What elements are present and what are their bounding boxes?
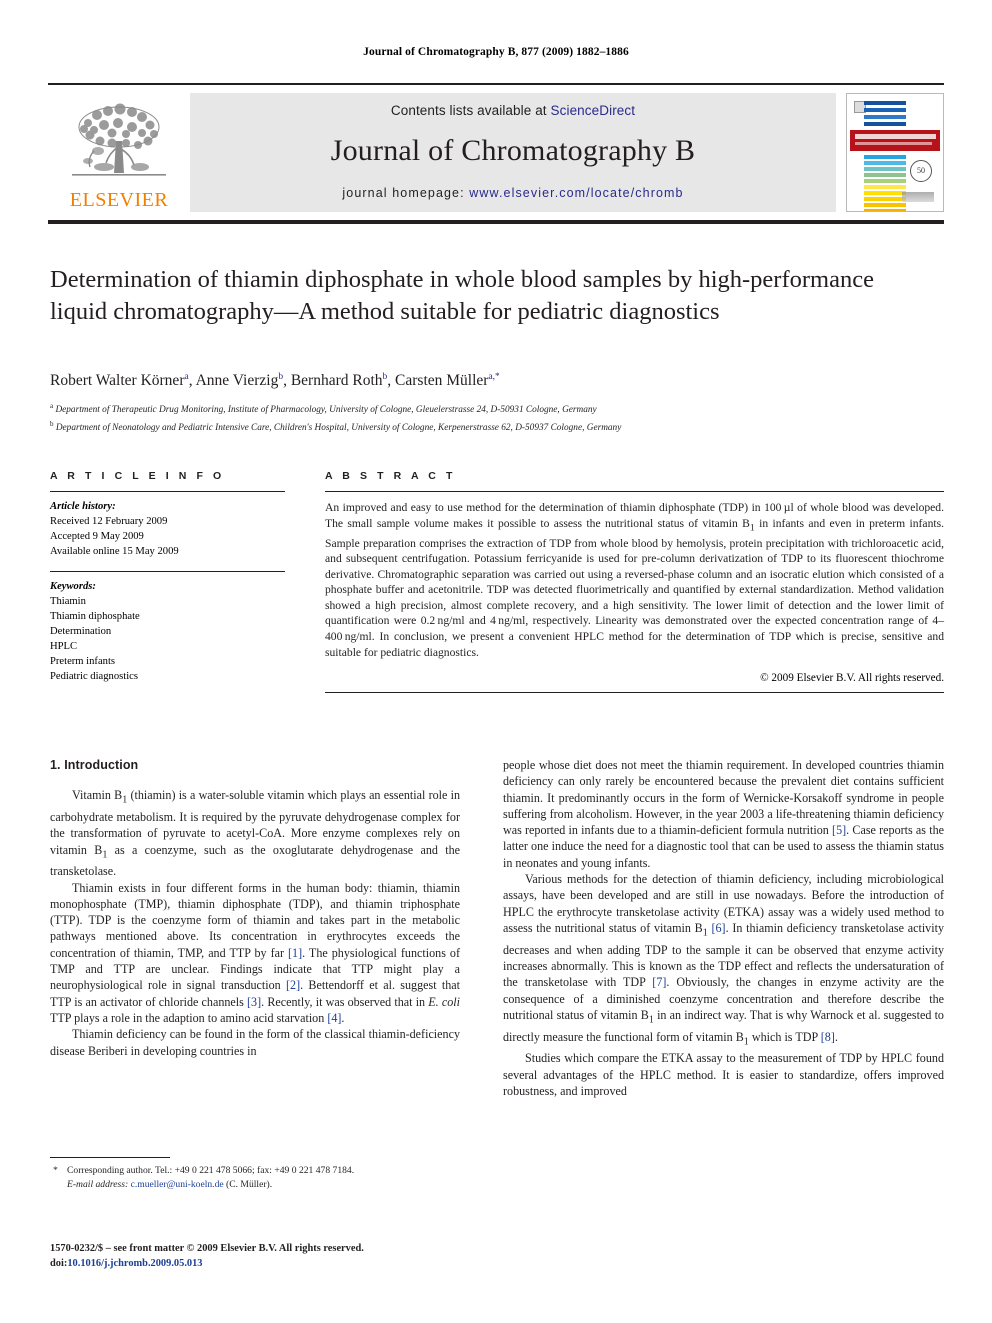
elsevier-tree-icon	[72, 103, 166, 176]
abstract-heading: A B S T R A C T	[325, 470, 456, 482]
issn-line: 1570-0232/$ – see front matter © 2009 El…	[50, 1243, 364, 1254]
footnote-divider	[50, 1157, 170, 1158]
paragraph: Thiamin exists in four different forms i…	[50, 880, 460, 1025]
abstract-copyright: © 2009 Elsevier B.V. All rights reserved…	[760, 672, 944, 685]
body-column-right: people whose diet does not meet the thia…	[503, 757, 944, 1099]
author-robert-korner: Robert Walter Körnera	[50, 372, 189, 390]
anniversary-seal: 50	[910, 160, 932, 182]
affiliation-b: b Department of Neonatology and Pediatri…	[50, 419, 622, 433]
journal-cover-thumbnail: 50	[846, 93, 944, 212]
paragraph: Vitamin B1 (thiamin) is a water-soluble …	[50, 788, 460, 879]
corresponding-author-footnote: * Corresponding author. Tel.: +49 0 221 …	[50, 1164, 470, 1191]
affiliation-a: a Department of Therapeutic Drug Monitor…	[50, 402, 597, 416]
article-history-label: Article history:	[50, 501, 116, 512]
paragraph: Studies which compare the ETKA assay to …	[503, 1051, 944, 1098]
keywords-label: Keywords:	[50, 581, 96, 592]
citation-ref[interactable]: [1]	[288, 946, 302, 960]
elsevier-wordmark: ELSEVIER	[69, 189, 169, 211]
cover-title-band	[850, 130, 940, 151]
cover-inner: 50	[850, 97, 940, 211]
abstract-block: A B S T R A C T An improved and easy to …	[325, 470, 944, 694]
citation-ref[interactable]: [3]	[247, 995, 261, 1009]
journal-homepage-line: journal homepage: www.elsevier.com/locat…	[342, 186, 683, 200]
citation-ref[interactable]: [4]	[327, 1011, 341, 1025]
author-bernhard-roth: Bernhard Rothb	[290, 372, 388, 390]
paragraph: Thiamin deficiency can be found in the f…	[50, 1027, 460, 1058]
keyword-item: Preterm infants	[50, 656, 116, 667]
keyword-item: Pediatric diagnostics	[50, 671, 138, 682]
journal-title: Journal of Chromatography B	[330, 134, 696, 167]
article-info-block: A R T I C L E I N F O Article history: R…	[50, 470, 285, 684]
citation-ref[interactable]: [8]	[821, 1030, 835, 1044]
paragraph: people whose diet does not meet the thia…	[503, 758, 944, 870]
issn-copyright-block: 1570-0232/$ – see front matter © 2009 El…	[50, 1242, 520, 1271]
homepage-url-link[interactable]: www.elsevier.com/locate/chromb	[469, 186, 683, 200]
paragraph: Various methods for the detection of thi…	[503, 872, 945, 1047]
history-accepted: Accepted 9 May 2009	[50, 531, 144, 542]
author-list: Robert Walter Körnera, Anne Vierzigb, Be…	[50, 372, 500, 390]
abstract-divider-bottom	[325, 692, 944, 694]
keyword-item: Thiamin diphosphate	[50, 611, 140, 622]
citation-ref[interactable]: [6]	[711, 921, 725, 935]
contents-available-line: Contents lists available at ScienceDirec…	[391, 103, 635, 118]
body-column-left: 1. Introduction Vitamin B1 (thiamin) is …	[50, 757, 460, 1059]
doi-line: doi:10.1016/j.jchromb.2009.05.013	[50, 1257, 520, 1272]
author-carsten-muller: Carsten Müllera,*	[395, 372, 500, 390]
cover-footer-mark	[902, 192, 934, 202]
keyword-item: Thiamin	[50, 596, 86, 607]
masthead-center: Contents lists available at ScienceDirec…	[190, 93, 836, 212]
history-available-online: Available online 15 May 2009	[50, 546, 179, 557]
paper-page: Journal of Chromatography B, 877 (2009) …	[0, 0, 992, 1323]
history-received: Received 12 February 2009	[50, 516, 168, 527]
abstract-text: An improved and easy to use method for t…	[325, 501, 944, 659]
citation-ref[interactable]: [7]	[652, 975, 666, 989]
citation-ref[interactable]: [5]	[832, 823, 846, 837]
homepage-prefix: journal homepage:	[342, 186, 470, 200]
section-heading-introduction: 1. Introduction	[50, 758, 139, 772]
doi-link[interactable]: 10.1016/j.jchromb.2009.05.013	[67, 1258, 202, 1269]
affiliations: a Department of Therapeutic Drug Monitor…	[50, 400, 930, 435]
article-title: Determination of thiamin diphosphate in …	[50, 266, 874, 325]
journal-masthead: ELSEVIER Contents lists available at Sci…	[48, 83, 944, 224]
article-info-heading: A R T I C L E I N F O	[50, 470, 225, 482]
doi-label: doi:	[50, 1257, 68, 1269]
email-link[interactable]: c.mueller@uni-koeln.de	[131, 1179, 224, 1190]
affiliation-b-text: Department of Neonatology and Pediatric …	[55, 422, 622, 433]
running-head: Journal of Chromatography B, 877 (2009) …	[363, 46, 629, 58]
keyword-item: HPLC	[50, 641, 78, 652]
keywords-list: Keywords: Thiamin Thiamin diphosphate De…	[50, 572, 285, 684]
affiliation-a-text: Department of Therapeutic Drug Monitorin…	[55, 405, 597, 416]
elsevier-logo: ELSEVIER	[48, 93, 190, 212]
email-suffix: (C. Müller).	[226, 1178, 273, 1190]
footnote-marker: *	[53, 1165, 58, 1176]
email-label: E-mail address:	[67, 1178, 129, 1190]
keyword-item: Determination	[50, 626, 112, 637]
author-anne-vierzig: Anne Vierzigb	[195, 372, 284, 390]
citation-ref[interactable]: [2]	[286, 978, 300, 992]
corresponding-author-text: Corresponding author. Tel.: +49 0 221 47…	[67, 1165, 355, 1176]
sciencedirect-link[interactable]: ScienceDirect	[551, 103, 636, 118]
article-history: Article history: Received 12 February 20…	[50, 492, 285, 571]
contents-prefix: Contents lists available at	[390, 103, 551, 118]
footnote-body: Corresponding author. Tel.: +49 0 221 47…	[50, 1164, 470, 1191]
